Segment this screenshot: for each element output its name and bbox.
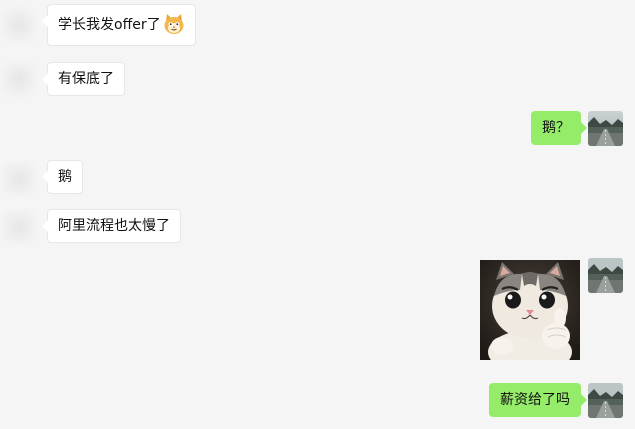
message-text: 学长我发offer了	[58, 17, 161, 33]
contact-avatar[interactable]	[2, 8, 36, 42]
message-text: 有保底了	[58, 71, 114, 87]
cat-face-emoji-icon	[164, 13, 184, 34]
contact-avatar[interactable]	[2, 62, 36, 96]
message-bubble-outgoing[interactable]: 鹅？	[531, 111, 587, 145]
message-text: 阿里流程也太慢了	[58, 218, 170, 234]
message-bubble-outgoing[interactable]: 薪资给了吗	[489, 383, 587, 417]
cat-thumbs-up-sticker[interactable]	[480, 260, 580, 360]
road-landscape-icon	[588, 111, 623, 146]
cat-thumbs-up-sticker-icon	[480, 260, 580, 360]
chat-window: 学长我发offer了 有保底了 鹅？ 鹅 阿里流程也太慢了 薪资给了吗	[0, 0, 635, 429]
contact-avatar[interactable]	[2, 210, 36, 244]
user-avatar[interactable]	[588, 111, 623, 146]
user-avatar[interactable]	[588, 258, 623, 293]
message-bubble-incoming[interactable]: 阿里流程也太慢了	[42, 209, 181, 243]
message-text: 鹅	[58, 169, 72, 185]
road-landscape-icon	[588, 258, 623, 293]
message-bubble-incoming[interactable]: 有保底了	[42, 62, 125, 96]
message-text: 薪资给了吗	[500, 392, 570, 408]
road-landscape-icon	[588, 383, 623, 418]
message-text: 鹅？	[542, 120, 570, 136]
contact-avatar[interactable]	[2, 162, 36, 196]
message-bubble-incoming[interactable]: 学长我发offer了	[42, 4, 196, 46]
user-avatar[interactable]	[588, 383, 623, 418]
message-bubble-incoming[interactable]: 鹅	[42, 160, 83, 194]
